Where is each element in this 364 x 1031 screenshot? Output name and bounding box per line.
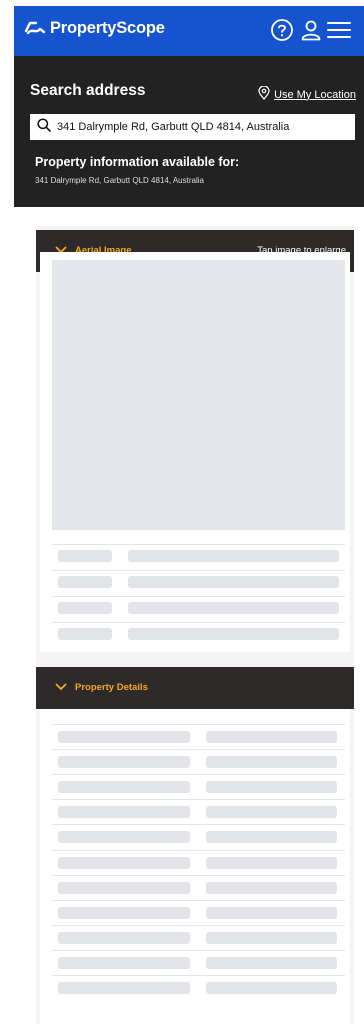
- skeleton-label: [58, 550, 112, 562]
- skeleton-value: [206, 731, 337, 743]
- property-details-label: Property Details: [75, 682, 148, 693]
- row-divider: [52, 799, 345, 800]
- menu-icon[interactable]: [326, 18, 352, 47]
- skeleton-value: [206, 831, 337, 843]
- skeleton-label: [58, 932, 190, 944]
- row-divider: [52, 596, 345, 597]
- row-divider: [52, 622, 345, 623]
- row-divider: [52, 749, 345, 750]
- skeleton-label: [58, 731, 190, 743]
- search-icon: [37, 117, 51, 137]
- skeleton-label: [58, 882, 190, 894]
- row-divider: [52, 900, 345, 901]
- use-my-location-link[interactable]: Use My Location: [258, 85, 356, 103]
- skeleton-value: [206, 932, 337, 944]
- chevron-down-icon: [54, 680, 68, 699]
- skeleton-value: [206, 756, 337, 768]
- skeleton-label: [58, 576, 112, 588]
- row-divider: [52, 975, 345, 976]
- skeleton-value: [128, 576, 339, 588]
- search-title: Search address: [30, 82, 146, 99]
- row-divider: [52, 774, 345, 775]
- aerial-image-placeholder[interactable]: [52, 260, 345, 530]
- row-divider: [52, 570, 345, 571]
- brand-name: PropertyScope: [50, 18, 165, 37]
- skeleton-label: [58, 831, 190, 843]
- address-search-input[interactable]: [57, 121, 347, 133]
- property-info-address: 341 Dalrymple Rd, Garbutt QLD 4814, Aust…: [35, 176, 204, 185]
- property-details-section-header[interactable]: Property Details: [36, 667, 354, 709]
- skeleton-value: [206, 982, 337, 994]
- skeleton-label: [58, 628, 112, 640]
- skeleton-label: [58, 982, 190, 994]
- use-my-location-label: Use My Location: [274, 88, 356, 101]
- skeleton-label: [58, 857, 190, 869]
- skeleton-value: [206, 781, 337, 793]
- row-divider: [52, 950, 345, 951]
- property-info-title: Property information available for:: [35, 155, 240, 169]
- row-divider: [52, 875, 345, 876]
- top-bar: PropertyScope: [14, 6, 364, 56]
- row-divider: [52, 824, 345, 825]
- skeleton-value: [206, 857, 337, 869]
- skeleton-value: [206, 882, 337, 894]
- skeleton-value: [206, 957, 337, 969]
- skeleton-value: [128, 628, 339, 640]
- brand-logo[interactable]: PropertyScope: [24, 18, 165, 38]
- skeleton-label: [58, 957, 190, 969]
- location-pin-icon: [258, 85, 270, 103]
- skeleton-label: [58, 602, 112, 614]
- row-divider: [52, 850, 345, 851]
- skeleton-label: [58, 781, 190, 793]
- row-divider: [52, 544, 345, 545]
- skeleton-label: [58, 806, 190, 818]
- skeleton-label: [58, 756, 190, 768]
- row-divider: [52, 925, 345, 926]
- skeleton-label: [58, 907, 190, 919]
- propertyscope-logo-icon: [24, 18, 46, 38]
- search-panel: Search address Use My Location Property …: [14, 56, 364, 207]
- row-divider: [52, 724, 345, 725]
- skeleton-value: [206, 806, 337, 818]
- help-icon[interactable]: [270, 18, 294, 47]
- account-icon[interactable]: [299, 18, 323, 47]
- skeleton-value: [128, 550, 339, 562]
- search-box[interactable]: [30, 114, 355, 140]
- skeleton-value: [206, 907, 337, 919]
- skeleton-value: [128, 602, 339, 614]
